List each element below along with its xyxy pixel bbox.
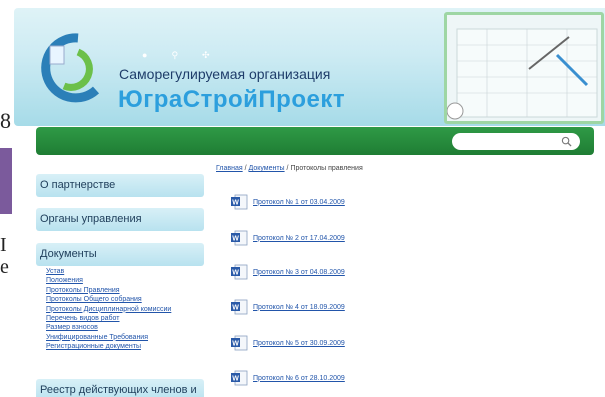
subnav-link[interactable]: Размер взносов [46, 323, 216, 332]
logo-icon [41, 33, 100, 103]
word-doc-icon: W [231, 299, 248, 315]
sidebar-item-documents[interactable]: Документы [36, 243, 204, 266]
word-doc-icon: W [231, 370, 248, 386]
edge-text-fragment: 8 [0, 108, 11, 133]
sidebar-item-registry[interactable]: Реестр действующих членов и [36, 379, 204, 397]
site-header: ●⚲✣ Саморегулируемая организация ЮграСтр… [14, 8, 605, 126]
svg-text:W: W [232, 376, 239, 383]
search-icon[interactable]: ⚲ [171, 50, 202, 60]
org-subtitle: Саморегулируемая организация [119, 66, 331, 82]
document-link[interactable]: Протокол № 6 от 28.10.2009 [253, 375, 345, 382]
sidebar-item-governance[interactable]: Органы управления [36, 208, 204, 231]
subnav-link[interactable]: Положения [46, 276, 216, 285]
subnav-link[interactable]: Унифицированные Требования [46, 333, 216, 342]
breadcrumb-documents-link[interactable]: Документы [249, 165, 285, 172]
subnav-link[interactable]: Устав [46, 267, 216, 276]
document-item[interactable]: W Протокол № 6 от 28.10.2009 [230, 369, 345, 387]
search-button-icon[interactable] [561, 136, 572, 147]
document-item[interactable]: W Протокол № 4 от 18.09.2009 [230, 298, 345, 316]
breadcrumb-current: Протоколы правления [290, 165, 363, 172]
breadcrumb-home-link[interactable]: Главная [216, 165, 243, 172]
subnav-link[interactable]: Регистрационные документы [46, 342, 216, 351]
svg-text:W: W [232, 236, 239, 243]
document-link[interactable]: Протокол № 4 от 18.09.2009 [253, 304, 345, 311]
header-icon-row: ●⚲✣ [142, 50, 234, 61]
edge-text-fragment: I [0, 234, 7, 256]
document-link[interactable]: Протокол № 2 от 17.04.2009 [253, 235, 345, 242]
breadcrumb: Главная / Документы / Протоколы правлени… [216, 165, 363, 172]
sitemap-icon[interactable]: ✣ [202, 50, 234, 60]
word-doc-icon: W [231, 264, 248, 280]
subnav-link[interactable]: Протоколы Общего собрания [46, 295, 216, 304]
document-item[interactable]: W Протокол № 3 от 04.08.2009 [230, 263, 345, 281]
document-item[interactable]: W Протокол № 1 от 03.04.2009 [230, 193, 345, 211]
subnav-link[interactable]: Протоколы Правления [46, 286, 216, 295]
document-item[interactable]: W Протокол № 2 от 17.04.2009 [230, 229, 345, 247]
document-link[interactable]: Протокол № 1 от 03.04.2009 [253, 199, 345, 206]
subnav-link[interactable]: Протоколы Дисциплинарной комиссии [46, 305, 216, 314]
document-item[interactable]: W Протокол № 5 от 30.09.2009 [230, 334, 345, 352]
word-doc-icon: W [231, 230, 248, 246]
word-doc-icon: W [231, 335, 248, 351]
home-icon[interactable]: ● [142, 50, 171, 60]
blueprint-illustration [444, 12, 604, 124]
sidebar-item-partnership[interactable]: О партнерстве [36, 174, 204, 197]
svg-text:W: W [232, 341, 239, 348]
document-link[interactable]: Протокол № 3 от 04.08.2009 [253, 269, 345, 276]
svg-text:W: W [232, 305, 239, 312]
org-name: ЮграСтройПроект [118, 86, 346, 113]
edge-color-block [0, 148, 12, 214]
subnav-link[interactable]: Перечень видов работ [46, 314, 216, 323]
edge-text-fragment: e [0, 256, 9, 278]
svg-text:W: W [232, 200, 239, 207]
word-doc-icon: W [231, 194, 248, 210]
svg-text:W: W [232, 270, 239, 277]
documents-subnav: Устав Положения Протоколы Правления Прот… [46, 267, 216, 352]
document-link[interactable]: Протокол № 5 от 30.09.2009 [253, 340, 345, 347]
